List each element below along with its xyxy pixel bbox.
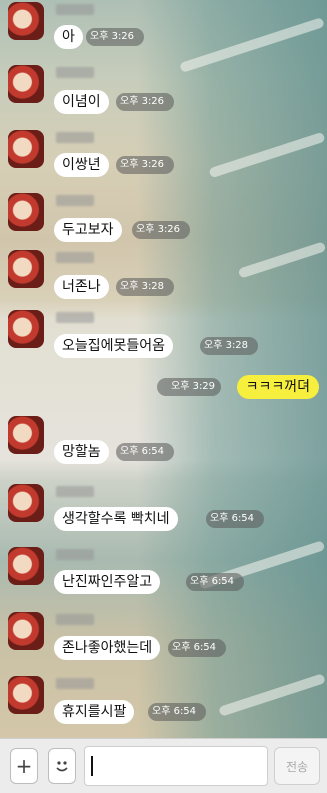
- plus-button[interactable]: +: [10, 748, 38, 784]
- message-time: 오후 6:54: [186, 573, 245, 591]
- input-bar: + 전송: [0, 738, 327, 793]
- message-bubble[interactable]: 두고보자: [54, 218, 122, 242]
- avatar[interactable]: [8, 130, 44, 168]
- message-bubble[interactable]: 휴지를시팔: [54, 700, 135, 724]
- avatar[interactable]: [8, 310, 44, 348]
- text-caret: [91, 756, 93, 776]
- avatar[interactable]: [8, 676, 44, 714]
- message-time: 오후 6:54: [206, 510, 265, 528]
- message-bubble[interactable]: 아: [54, 25, 83, 49]
- smiley-icon: [56, 761, 68, 772]
- message-time: 오후 3:26: [116, 156, 175, 174]
- message-bubble[interactable]: 망할놈: [54, 440, 109, 464]
- avatar[interactable]: [8, 193, 44, 231]
- chat-screen: 아 오후 3:26 이념이 오후 3:26 이쌍년 오후 3:26 두고보자 오…: [0, 0, 327, 793]
- my-message-bubble[interactable]: ㅋㅋㅋ꺼뎌: [236, 375, 319, 399]
- emoji-button[interactable]: [48, 748, 76, 784]
- sender-name: [56, 312, 94, 323]
- message-bubble[interactable]: 이념이: [54, 90, 109, 114]
- message-bubble[interactable]: 이쌍년: [54, 153, 109, 177]
- message-bubble[interactable]: 난진짜인주알고: [54, 570, 161, 594]
- message-time: 오후 3:26: [132, 221, 191, 239]
- send-button[interactable]: 전송: [274, 747, 320, 785]
- message-time: 오후 6:54: [168, 639, 227, 657]
- plus-icon: +: [15, 754, 33, 778]
- avatar[interactable]: [8, 2, 44, 40]
- sender-name: [56, 614, 94, 625]
- message-time: 오후 3:28: [116, 278, 175, 296]
- avatar[interactable]: [8, 612, 44, 650]
- avatar[interactable]: [8, 547, 44, 585]
- sender-name: [56, 195, 94, 206]
- message-bubble[interactable]: 생각할수록 빡치네: [54, 507, 178, 531]
- message-bubble[interactable]: 너존나: [54, 275, 109, 299]
- message-time: 오후 3:26: [116, 93, 175, 111]
- sender-name: [56, 4, 94, 15]
- message-input[interactable]: [84, 746, 268, 786]
- avatar[interactable]: [8, 484, 44, 522]
- sender-name: [56, 252, 94, 263]
- sender-name: [56, 67, 94, 78]
- sender-name: [56, 486, 94, 497]
- message-time: 오후 3:28: [200, 337, 259, 355]
- message-time: 오후 3:29: [157, 378, 222, 396]
- avatar[interactable]: [8, 65, 44, 103]
- sender-name: [56, 549, 94, 560]
- message-time: 오후 3:26: [86, 28, 145, 46]
- message-bubble[interactable]: 존나좋아했는데: [54, 636, 161, 660]
- sender-name: [56, 678, 94, 689]
- message-time: 오후 6:54: [148, 703, 207, 721]
- message-bubble[interactable]: 오늘집에못들어옴: [54, 334, 174, 358]
- avatar[interactable]: [8, 416, 44, 454]
- avatar[interactable]: [8, 250, 44, 288]
- sender-name: [56, 132, 94, 143]
- message-time: 오후 6:54: [116, 443, 175, 461]
